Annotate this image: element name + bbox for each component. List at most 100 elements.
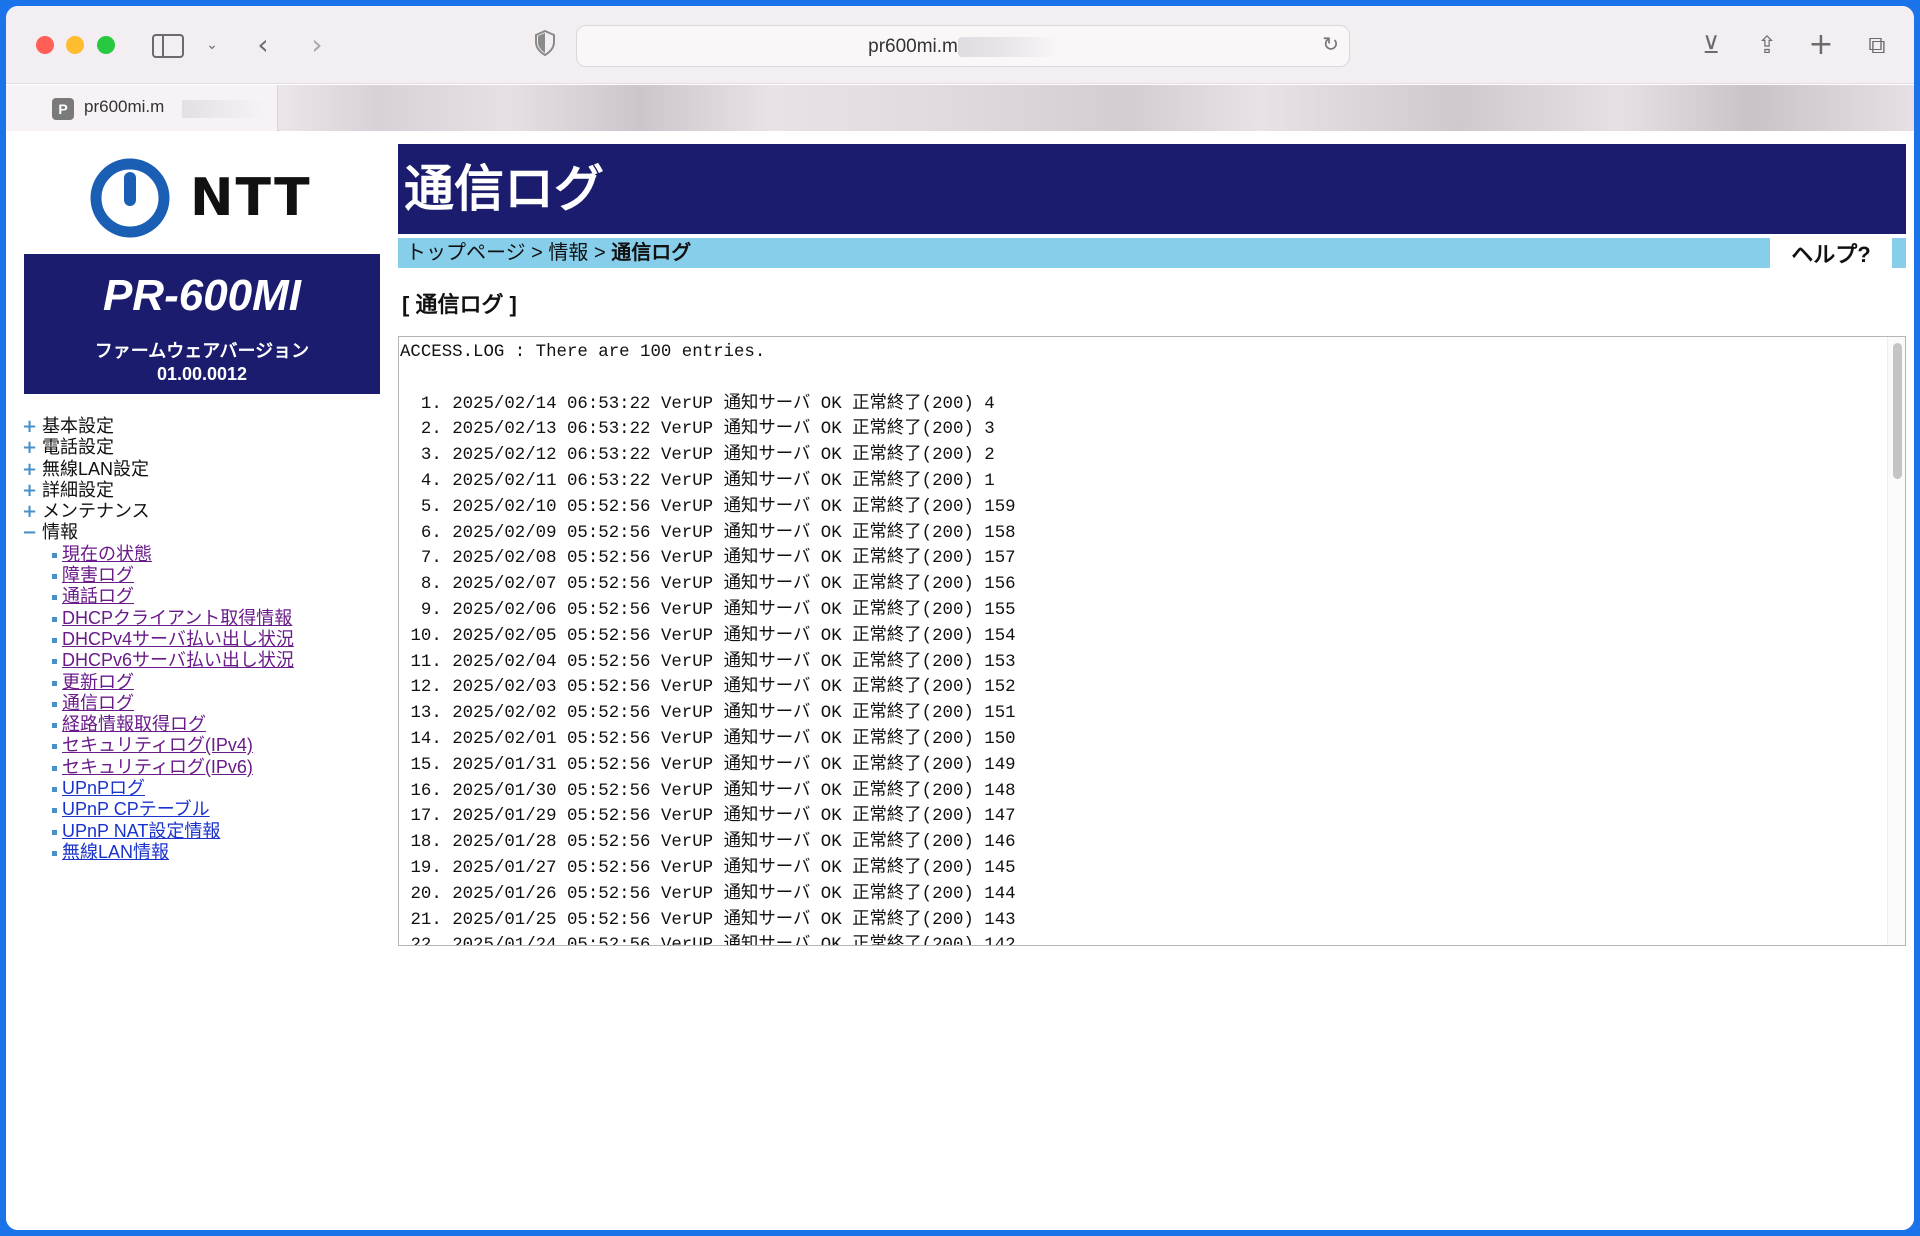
log-id: 2 <box>984 446 995 466</box>
log-index: 18 <box>410 833 432 853</box>
shield-icon[interactable] <box>530 29 560 60</box>
log-id: 148 <box>984 781 1016 801</box>
link-fault-log[interactable]: 障害ログ <box>62 565 134 585</box>
sidebar-icon[interactable] <box>152 34 184 58</box>
log-time: 05:52:56 <box>567 626 651 646</box>
link-wlan-info[interactable]: 無線LAN情報 <box>62 842 169 862</box>
log-index: 4 <box>420 471 432 491</box>
log-server: 通知サーバ <box>723 884 811 904</box>
menu-wlan-settings[interactable]: + 無線LAN設定 <box>22 459 294 480</box>
log-type: VerUP <box>660 523 714 543</box>
link-update-log[interactable]: 更新ログ <box>62 672 134 692</box>
log-id: 154 <box>984 626 1016 646</box>
log-type: VerUP <box>660 729 714 749</box>
link-security-log-ipv6[interactable]: セキュリティログ(IPv6) <box>62 757 253 777</box>
chevron-right-icon[interactable]: › <box>304 30 330 60</box>
download-icon[interactable]: ⊻ <box>1696 30 1726 60</box>
menu-maintenance[interactable]: + メンテナンス <box>22 501 294 522</box>
menu-advanced-settings[interactable]: + 詳細設定 <box>22 480 294 501</box>
link-dhcpv4-server-leases[interactable]: DHCPv4サーバ払い出し状況 <box>62 629 294 649</box>
log-result: 正常終了(200) <box>852 807 974 827</box>
log-result: 正常終了(200) <box>852 575 974 595</box>
log-time: 05:52:56 <box>567 600 651 620</box>
log-result: 正常終了(200) <box>852 755 974 775</box>
link-security-log-ipv4[interactable]: セキュリティログ(IPv4) <box>62 735 253 755</box>
link-upnp-cp-table[interactable]: UPnP CPテーブル <box>62 799 210 819</box>
plus-icon[interactable]: + <box>1806 30 1836 60</box>
log-date: 2025/02/11 <box>452 471 557 491</box>
log-server: 通知サーバ <box>723 523 811 543</box>
log-status: OK <box>820 858 842 878</box>
link-route-info-log[interactable]: 経路情報取得ログ <box>62 714 206 734</box>
log-type: VerUP <box>660 807 714 827</box>
log-date: 2025/02/12 <box>452 446 557 466</box>
log-date: 2025/01/25 <box>452 910 557 930</box>
submenu-item: 通話ログ <box>50 586 294 607</box>
submenu-item: 更新ログ <box>50 672 294 693</box>
log-server: 通知サーバ <box>723 394 811 414</box>
link-upnp-log[interactable]: UPnPログ <box>62 778 145 798</box>
side-menu: + 基本設定 + 電話設定 + 無線LAN設定 + 詳細設定 + メンテナンス − 情報 現… <box>22 416 294 863</box>
log-time: 06:53:22 <box>567 446 651 466</box>
submenu-item: 障害ログ <box>50 565 294 586</box>
close-window-button[interactable] <box>36 36 54 54</box>
breadcrumb-top[interactable]: トップページ <box>406 242 526 264</box>
log-id: 151 <box>984 704 1016 724</box>
ntt-logo-icon <box>90 158 170 238</box>
breadcrumb-info[interactable]: 情報 <box>548 242 588 264</box>
chevron-left-icon[interactable]: ‹ <box>250 30 276 60</box>
log-line: 2. 2025/02/13 06:53:22 VerUP 通知サーバ OK 正常… <box>420 420 995 440</box>
log-result: 正常終了(200) <box>852 446 974 466</box>
share-icon[interactable]: ⇪ <box>1752 30 1782 60</box>
log-time: 05:52:56 <box>567 704 651 724</box>
log-result: 正常終了(200) <box>852 833 974 853</box>
other-tabs-blurred[interactable] <box>280 85 1914 131</box>
log-id: 152 <box>984 678 1016 698</box>
menu-phone-settings[interactable]: + 電話設定 <box>22 437 294 458</box>
menu-label: メンテナンス <box>42 501 150 522</box>
link-call-log[interactable]: 通話ログ <box>62 586 134 606</box>
log-id: 157 <box>984 549 1016 569</box>
log-line: 12. 2025/02/03 05:52:56 VerUP 通知サーバ OK 正… <box>410 678 1016 698</box>
log-type: VerUP <box>660 549 714 569</box>
link-communication-log[interactable]: 通信ログ <box>62 693 134 713</box>
log-date: 2025/02/07 <box>452 575 557 595</box>
submenu-item: UPnP NAT設定情報 <box>50 821 294 842</box>
help-link[interactable]: ヘルプ? <box>1770 238 1892 268</box>
tab-active[interactable]: P pr600mi.m <box>6 85 278 131</box>
log-time: 05:52:56 <box>567 575 651 595</box>
log-date: 2025/02/04 <box>452 652 557 672</box>
menu-information[interactable]: − 情報 <box>22 522 294 543</box>
log-date: 2025/02/01 <box>452 729 557 749</box>
link-current-status[interactable]: 現在の状態 <box>62 544 152 564</box>
log-line: 17. 2025/01/29 05:52:56 VerUP 通知サーバ OK 正… <box>410 807 1016 827</box>
log-scrollbar[interactable] <box>1887 337 1905 945</box>
link-upnp-nat-settings[interactable]: UPnP NAT設定情報 <box>62 821 220 841</box>
log-date: 2025/02/06 <box>452 600 557 620</box>
submenu-item: UPnPログ <box>50 778 294 799</box>
scrollbar-thumb[interactable] <box>1893 343 1902 479</box>
log-type: VerUP <box>660 575 714 595</box>
log-status: OK <box>820 678 842 698</box>
log-index: 21 <box>410 910 432 930</box>
reload-icon[interactable]: ↻ <box>1322 32 1339 57</box>
page-content: NTT PR-600MI ファームウェアバージョン 01.00.0012 + 基本… <box>6 132 1914 1230</box>
log-result: 正常終了(200) <box>852 471 974 491</box>
log-type: VerUP <box>660 858 714 878</box>
address-bar[interactable]: pr600mi.m ↻ <box>576 25 1350 67</box>
link-dhcpv6-server-leases[interactable]: DHCPv6サーバ払い出し状況 <box>62 650 294 670</box>
minimize-window-button[interactable] <box>66 36 84 54</box>
tabs-icon[interactable]: ⧉ <box>1862 30 1892 60</box>
log-textarea[interactable]: ACCESS.LOG : There are 100 entries. 1. 2… <box>398 336 1906 946</box>
link-dhcp-client-info[interactable]: DHCPクライアント取得情報 <box>62 608 292 628</box>
log-line: 9. 2025/02/06 05:52:56 VerUP 通知サーバ OK 正常… <box>420 600 1016 620</box>
log-type: VerUP <box>660 626 714 646</box>
log-index: 11 <box>410 652 432 672</box>
url-text: pr600mi.m <box>868 36 958 57</box>
chevron-down-icon[interactable]: ⌄ <box>202 30 222 60</box>
log-id: 144 <box>984 884 1016 904</box>
log-server: 通知サーバ <box>723 704 811 724</box>
menu-basic-settings[interactable]: + 基本設定 <box>22 416 294 437</box>
submenu-item: DHCPクライアント取得情報 <box>50 608 294 629</box>
zoom-window-button[interactable] <box>97 36 115 54</box>
